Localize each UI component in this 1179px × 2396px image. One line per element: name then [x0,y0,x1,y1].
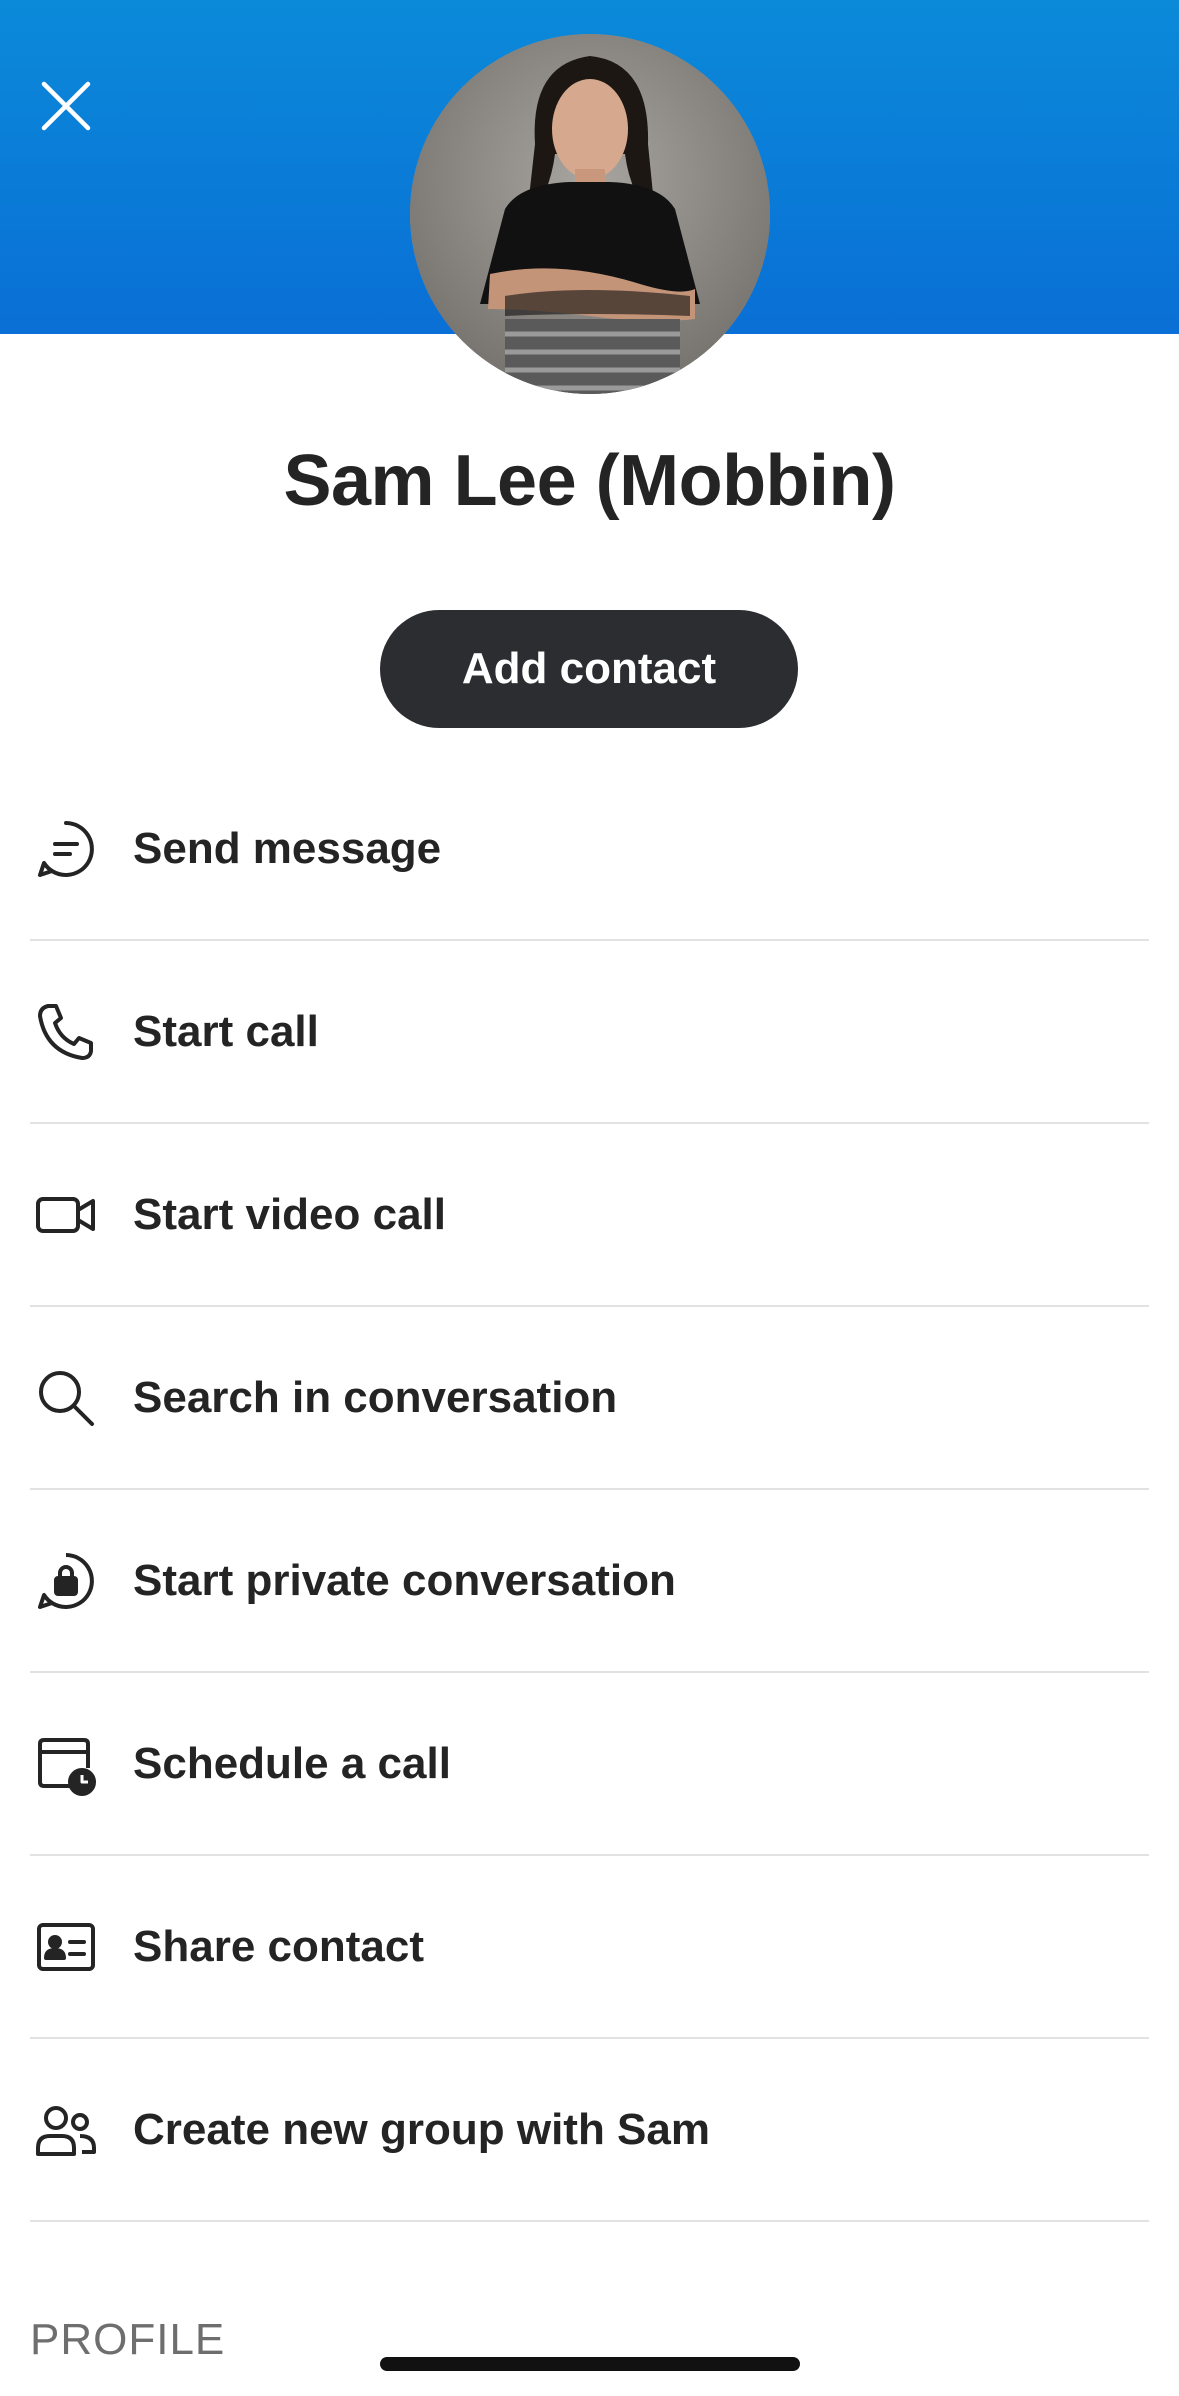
start-call-label: Start call [133,1006,319,1056]
share-contact-row[interactable]: Share contact [30,1856,1149,2039]
add-contact-button[interactable]: Add contact [380,610,798,728]
start-private-conversation-label: Start private conversation [133,1555,676,1605]
close-icon [41,81,91,131]
profile-section-header: PROFILE [30,2315,226,2364]
start-call-row[interactable]: Start call [30,941,1149,1124]
lock-chat-icon [30,1545,102,1617]
avatar [410,34,770,394]
calendar-clock-icon [30,1728,102,1800]
video-camera-icon [30,1179,102,1251]
start-private-conversation-row[interactable]: Start private conversation [30,1490,1149,1673]
action-list: Send message Start call Start video call… [30,758,1149,2222]
start-video-call-label: Start video call [133,1189,447,1239]
search-in-conversation-row[interactable]: Search in conversation [30,1307,1149,1490]
home-indicator[interactable] [380,2357,800,2371]
create-group-label: Create new group with Sam [133,2104,710,2154]
create-group-row[interactable]: Create new group with Sam [30,2039,1149,2222]
schedule-call-row[interactable]: Schedule a call [30,1673,1149,1856]
phone-icon [30,996,102,1068]
contact-card-icon [30,1911,102,1983]
send-message-row[interactable]: Send message [30,758,1149,941]
contact-name: Sam Lee (Mobbin) [283,441,896,521]
close-button[interactable] [30,70,102,142]
schedule-call-label: Schedule a call [133,1738,451,1788]
send-message-label: Send message [133,823,442,873]
search-icon [30,1362,102,1434]
chat-bubble-icon [30,813,102,885]
search-in-conversation-label: Search in conversation [133,1372,618,1422]
share-contact-label: Share contact [133,1921,424,1971]
people-icon [30,2094,102,2166]
start-video-call-row[interactable]: Start video call [30,1124,1149,1307]
avatar-photo [410,34,770,394]
